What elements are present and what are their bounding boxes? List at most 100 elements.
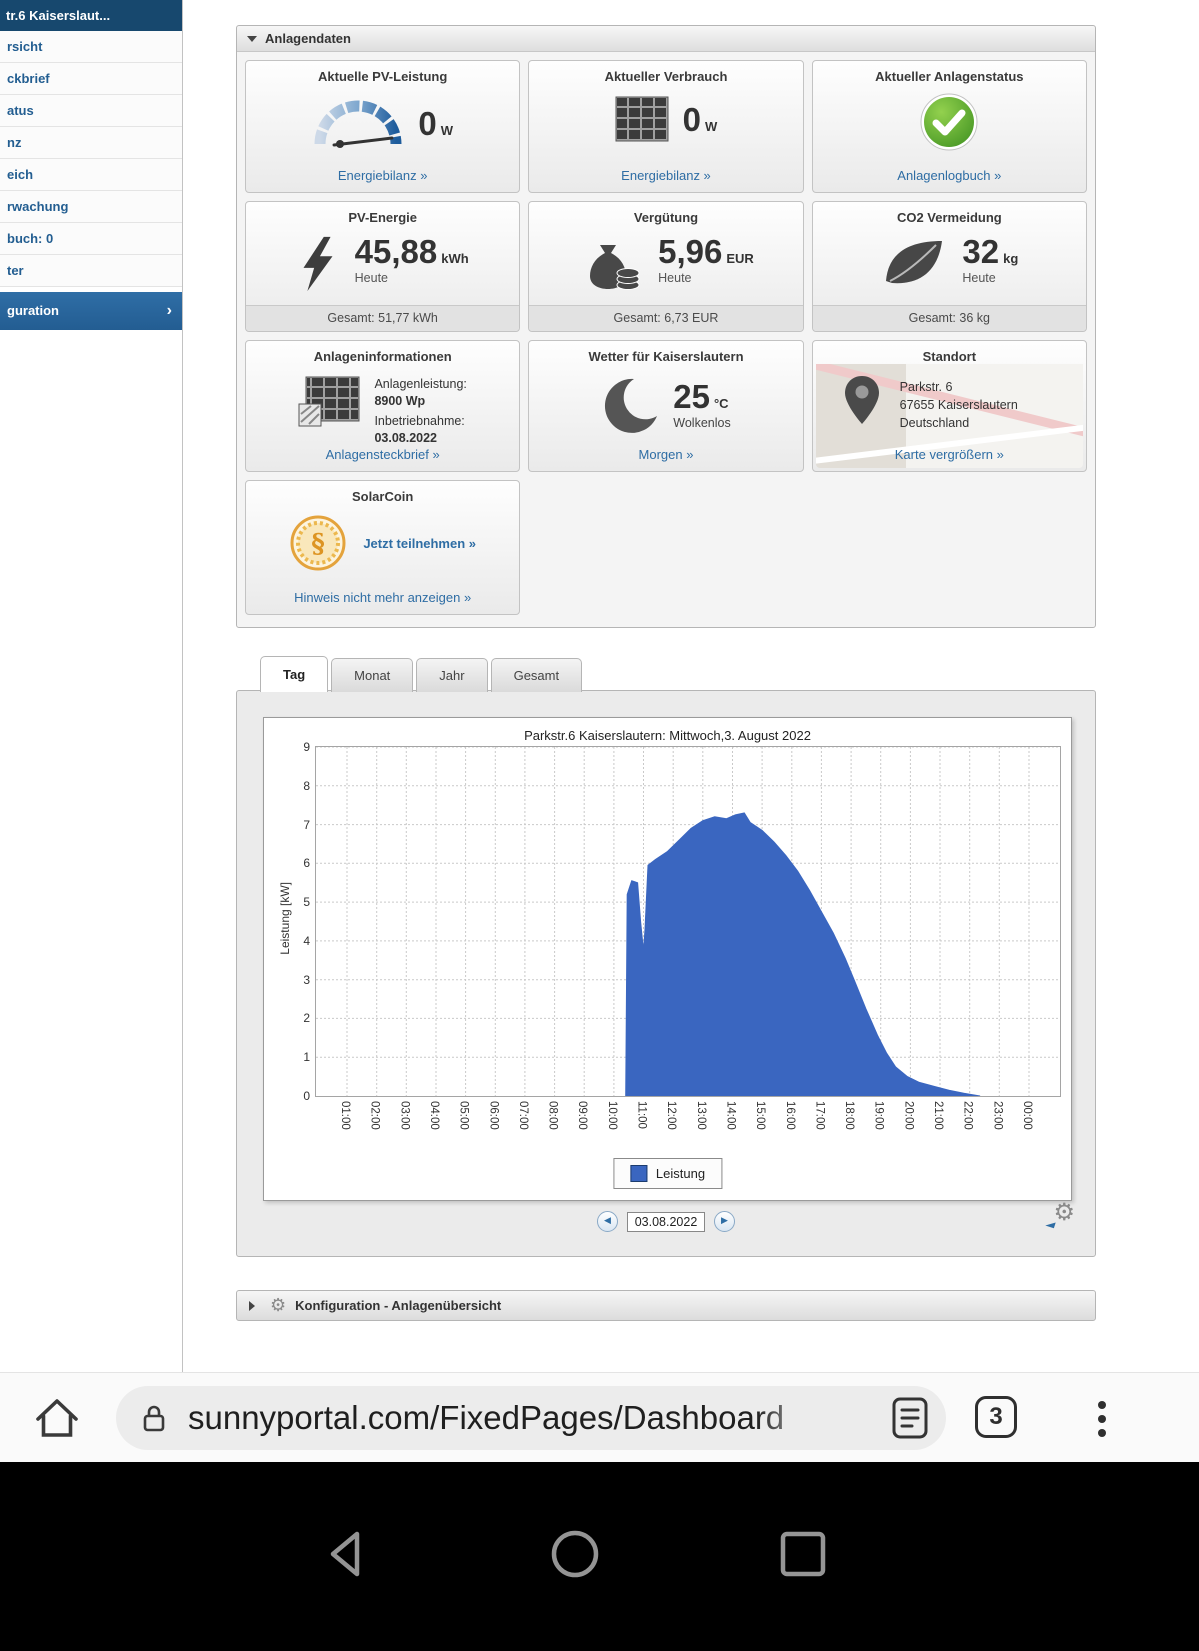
x-tick-label: 00:00 (1021, 1101, 1033, 1130)
address-bar[interactable]: sunnyportal.com/FixedPages/Dashboard (116, 1386, 946, 1450)
status-ok-check-icon (919, 92, 979, 152)
y-tick-label: 7 (282, 818, 310, 832)
hinweis-dismiss-link[interactable]: Hinweis nicht mehr anzeigen » (246, 590, 519, 605)
anlagendaten-header[interactable]: Anlagendaten (237, 26, 1095, 52)
address-line: 67655 Kaiserslautern (900, 396, 1018, 414)
sidebar-item-ueberwachung[interactable]: rwachung (0, 191, 182, 223)
date-input[interactable] (627, 1212, 705, 1232)
energiebilanz-link[interactable]: Energiebilanz » (246, 168, 519, 183)
plant-address: Parkstr. 6 67655 Kaiserslautern Deutschl… (900, 378, 1018, 432)
gear-icon: ⚙ (270, 1295, 286, 1316)
commissioning-label: Inbetriebnahme: (374, 414, 464, 428)
x-tick-label: 20:00 (902, 1101, 914, 1130)
feed-in-value: 5,96 (658, 233, 722, 270)
card-title: PV-Energie (246, 202, 519, 225)
android-home-button[interactable] (549, 1528, 601, 1585)
x-tick-label: 12:00 (665, 1101, 677, 1130)
x-tick-label: 03:00 (398, 1101, 410, 1130)
sidebar-item-vergleich[interactable]: eich (0, 159, 182, 191)
tab-monat[interactable]: Monat (331, 658, 413, 692)
sidebar-item-steckbrief[interactable]: ckbrief (0, 63, 182, 95)
plant-power-label: Anlagenleistung: (374, 377, 466, 391)
x-axis-ticks: 01:0002:0003:0004:0005:0006:0007:0008:00… (316, 1099, 1060, 1157)
consumption-unit: W (705, 119, 717, 134)
card-pv-energie: PV-Energie 45,88kWh Heute Gesamt: 51,77 … (245, 201, 520, 332)
moon-icon (601, 376, 659, 434)
prev-day-button[interactable]: ◀ (597, 1211, 618, 1232)
sidebar-item-uebersicht[interactable]: rsicht (0, 31, 182, 63)
chevron-right-icon: › (167, 292, 172, 330)
card-anlagenstatus: Aktueller Anlagenstatus Anlagenlogbuch » (812, 60, 1087, 193)
y-tick-label: 3 (282, 973, 310, 987)
period-tabs: Tag Monat Jahr Gesamt (260, 656, 582, 692)
anlagensteckbrief-link[interactable]: Anlagensteckbrief » (246, 447, 519, 462)
x-tick-label: 08:00 (547, 1101, 559, 1130)
sidebar-item-weiter[interactable]: ter (0, 255, 182, 287)
card-standort: Standort Parkstr. 6 67655 Kaiserslautern… (812, 340, 1087, 472)
pv-power-value: 0 (418, 105, 436, 142)
jetzt-teilnehmen-link[interactable]: Jetzt teilnehmen » (363, 536, 476, 551)
co2-unit: kg (1003, 251, 1018, 266)
y-axis-ticks: 0123456789 (282, 747, 310, 1096)
tab-jahr[interactable]: Jahr (416, 658, 487, 692)
reader-mode-button[interactable] (892, 1397, 928, 1444)
x-tick-label: 14:00 (724, 1101, 736, 1130)
android-back-button[interactable] (321, 1528, 373, 1585)
chart-area-series (626, 813, 980, 1096)
sidebar-item-status[interactable]: atus (0, 95, 182, 127)
sidebar-item-logbuch[interactable]: buch: 0 (0, 223, 182, 255)
sidebar-item-konfiguration[interactable]: guration › (0, 292, 182, 330)
commissioning-value: 03.08.2022 (374, 430, 466, 447)
lock-icon (142, 1403, 166, 1433)
energiebilanz-link[interactable]: Energiebilanz » (529, 168, 802, 183)
location-map[interactable]: Parkstr. 6 67655 Kaiserslautern Deutschl… (816, 364, 1083, 468)
sidebar-item-bilanz[interactable]: nz (0, 127, 182, 159)
tab-tag[interactable]: Tag (260, 656, 328, 692)
date-navigation: ◀ ▶ (237, 1211, 1095, 1232)
card-title: Aktuelle PV-Leistung (246, 61, 519, 84)
period-label: Heute (962, 271, 1018, 285)
chart-card: Parkstr.6 Kaiserslautern: Mittwoch,3. Au… (263, 717, 1072, 1201)
sidebar: tr.6 Kaiserslaut... rsicht ckbrief atus … (0, 0, 182, 330)
x-tick-label: 06:00 (487, 1101, 499, 1130)
expand-icon (249, 1301, 255, 1311)
y-tick-label: 4 (282, 934, 310, 948)
next-day-button[interactable]: ▶ (714, 1211, 735, 1232)
tab-gesamt[interactable]: Gesamt (491, 658, 583, 692)
chart-settings-gear-icon[interactable]: ⚙ (1053, 1201, 1075, 1225)
recents-square-icon (777, 1528, 829, 1580)
anlagenlogbuch-link[interactable]: Anlagenlogbuch » (813, 168, 1086, 183)
anlagendaten-title: Anlagendaten (265, 31, 351, 46)
sidebar-item-label: guration (7, 303, 59, 318)
android-navigation-bar (0, 1462, 1199, 1651)
pv-power-unit: W (441, 123, 453, 138)
x-tick-label: 22:00 (962, 1101, 974, 1130)
x-tick-label: 13:00 (695, 1101, 707, 1130)
browser-home-button[interactable] (33, 1394, 81, 1447)
weather-condition: Wolkenlos (673, 416, 730, 430)
x-tick-label: 01:00 (339, 1101, 351, 1130)
plot-area (315, 746, 1061, 1097)
tab-count-button[interactable]: 3 (975, 1396, 1017, 1438)
y-tick-label: 8 (282, 779, 310, 793)
browser-toolbar: sunnyportal.com/FixedPages/Dashboard 3 (0, 1372, 1199, 1463)
android-recents-button[interactable] (777, 1528, 829, 1585)
card-title: Standort (813, 341, 1086, 364)
x-tick-label: 16:00 (784, 1101, 796, 1130)
x-tick-label: 02:00 (369, 1101, 381, 1130)
gauge-icon (312, 96, 404, 150)
karte-vergroessern-link[interactable]: Karte vergrößern » (816, 447, 1083, 462)
morgen-link[interactable]: Morgen » (529, 447, 802, 462)
consumption-value: 0 (683, 101, 701, 138)
card-solarcoin: SolarCoin § Jetzt teilnehmen » Hinweis n… (245, 480, 520, 615)
browser-menu-button[interactable] (1098, 1395, 1106, 1443)
temperature-value: 25 (673, 378, 710, 415)
legend-swatch (630, 1165, 647, 1182)
konfiguration-panel-header[interactable]: ⚙ Konfiguration - Anlagenübersicht (236, 1290, 1096, 1321)
card-title: Aktueller Verbrauch (529, 61, 802, 84)
card-title: Anlageninformationen (246, 341, 519, 364)
period-label: Heute (355, 271, 469, 285)
anlagendaten-panel: Anlagendaten Aktuelle PV-Leistung 0W (236, 25, 1096, 628)
document-icon (892, 1397, 928, 1439)
address-line: Deutschland (900, 414, 1018, 432)
